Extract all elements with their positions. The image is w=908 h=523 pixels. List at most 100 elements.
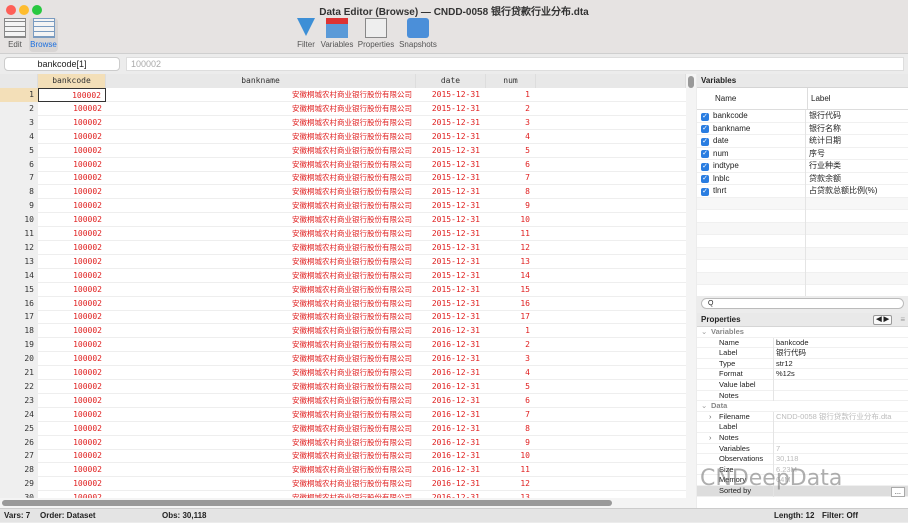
variable-row[interactable]: ✓ date 统计日期 [697, 135, 908, 148]
cell-bankcode[interactable]: 100002 [38, 255, 106, 269]
cell-bankname[interactable]: 安徽桐城农村商业银行股份有限公司 [106, 394, 416, 408]
cell-num[interactable]: 15 [486, 283, 536, 297]
cell-date[interactable]: 2016-12-31 [416, 477, 486, 491]
cell-date[interactable]: 2016-12-31 [416, 352, 486, 366]
cell-date[interactable]: 2015-12-31 [416, 269, 486, 283]
cell-num[interactable]: 10 [486, 449, 536, 463]
cell-bankname[interactable]: 安徽桐城农村商业银行股份有限公司 [106, 158, 416, 172]
cell-bankcode[interactable]: 100002 [38, 158, 106, 172]
cell-num[interactable]: 7 [486, 408, 536, 422]
cell-num[interactable]: 2 [486, 102, 536, 116]
cell-num[interactable]: 13 [486, 255, 536, 269]
cell-bankname[interactable]: 安徽桐城农村商业银行股份有限公司 [106, 102, 416, 116]
cell-num[interactable]: 5 [486, 144, 536, 158]
cell-bankcode[interactable]: 100002 [38, 408, 106, 422]
cell-bankname[interactable]: 安徽桐城农村商业银行股份有限公司 [106, 463, 416, 477]
table-row[interactable]: 21 100002 安徽桐城农村商业银行股份有限公司 2016-12-31 4 [0, 366, 686, 380]
cell-bankcode[interactable]: 100002 [38, 297, 106, 311]
cell-num[interactable]: 7 [486, 171, 536, 185]
property-row[interactable]: Type str12 [697, 358, 908, 370]
cell-date[interactable]: 2015-12-31 [416, 227, 486, 241]
table-row[interactable]: 6 100002 安徽桐城农村商业银行股份有限公司 2015-12-31 6 [0, 157, 686, 172]
property-row[interactable]: Variables 7 [697, 443, 908, 455]
cell-bankcode[interactable]: 100002 [38, 338, 106, 352]
cell-bankname[interactable]: 安徽桐城农村商业银行股份有限公司 [106, 491, 416, 498]
cell-bankname[interactable]: 安徽桐城农村商业银行股份有限公司 [106, 116, 416, 130]
column-header-date[interactable]: date [416, 74, 486, 88]
prev-next-arrows[interactable]: ◀ ▶ [873, 315, 892, 325]
table-row[interactable]: 29 100002 安徽桐城农村商业银行股份有限公司 2016-12-31 12 [0, 477, 686, 492]
cell-bankname[interactable]: 安徽桐城农村商业银行股份有限公司 [106, 88, 416, 102]
snapshots-button[interactable]: Snapshots [398, 18, 438, 49]
vertical-scrollbar[interactable] [686, 74, 696, 498]
table-row[interactable]: 3 100002 安徽桐城农村商业银行股份有限公司 2015-12-31 3 [0, 115, 686, 130]
table-row[interactable]: 30 100002 安徽桐城农村商业银行股份有限公司 2016-12-31 13 [0, 491, 686, 498]
cell-date[interactable]: 2016-12-31 [416, 491, 486, 498]
table-row[interactable]: 10 100002 安徽桐城农村商业银行股份有限公司 2015-12-31 10 [0, 213, 686, 228]
scroll-thumb[interactable] [688, 76, 694, 88]
cell-bankcode[interactable]: 100002 [38, 241, 106, 255]
cell-date[interactable]: 2016-12-31 [416, 463, 486, 477]
cell-date[interactable]: 2016-12-31 [416, 449, 486, 463]
h-scroll-thumb[interactable] [2, 500, 612, 506]
cell-num[interactable]: 1 [486, 88, 536, 102]
table-row[interactable]: 13 100002 安徽桐城农村商业银行股份有限公司 2015-12-31 13 [0, 254, 686, 269]
cell-bankcode[interactable]: 100002 [38, 88, 106, 102]
variable-row[interactable]: ✓ bankname 银行名称 [697, 123, 908, 135]
cell-date[interactable]: 2015-12-31 [416, 171, 486, 185]
cell-num[interactable]: 8 [486, 422, 536, 436]
column-header-bankcode[interactable]: bankcode [38, 74, 106, 88]
cell-date[interactable]: 2016-12-31 [416, 422, 486, 436]
table-row[interactable]: 12 100002 安徽桐城农村商业银行股份有限公司 2015-12-31 12 [0, 240, 686, 255]
property-row[interactable]: › Filename CNDD-0058 银行贷款行业分布.dta [697, 411, 908, 423]
label-column-header[interactable]: Label [807, 88, 831, 110]
cell-date[interactable]: 2015-12-31 [416, 185, 486, 199]
cell-bankcode[interactable]: 100002 [38, 213, 106, 227]
cell-bankcode[interactable]: 100002 [38, 324, 106, 338]
table-row[interactable]: 20 100002 安徽桐城农村商业银行股份有限公司 2016-12-31 3 [0, 352, 686, 367]
cell-bankname[interactable]: 安徽桐城农村商业银行股份有限公司 [106, 366, 416, 380]
browse-button[interactable]: Browse [29, 18, 58, 52]
variable-row[interactable]: ✓ num 序号 [697, 148, 908, 160]
cell-date[interactable]: 2016-12-31 [416, 324, 486, 338]
cell-bankcode[interactable]: 100002 [38, 310, 106, 324]
cell-num[interactable]: 4 [486, 366, 536, 380]
checkbox[interactable]: ✓ [701, 162, 709, 171]
cell-bankname[interactable]: 安徽桐城农村商业银行股份有限公司 [106, 185, 416, 199]
horizontal-scrollbar[interactable] [0, 498, 696, 508]
cell-bankname[interactable]: 安徽桐城农村商业银行股份有限公司 [106, 255, 416, 269]
property-row[interactable]: Label 银行代码 [697, 348, 908, 359]
variable-row[interactable]: ✓ tlnrt 占贷款总额比例(%) [697, 185, 908, 198]
menu-icon[interactable]: ≡ [900, 313, 905, 327]
cell-bankcode[interactable]: 100002 [38, 116, 106, 130]
cell-num[interactable]: 12 [486, 241, 536, 255]
properties-button[interactable]: Properties [357, 18, 395, 49]
cell-bankname[interactable]: 安徽桐城农村商业银行股份有限公司 [106, 324, 416, 338]
cell-date[interactable]: 2016-12-31 [416, 394, 486, 408]
table-row[interactable]: 5 100002 安徽桐城农村商业银行股份有限公司 2015-12-31 5 [0, 143, 686, 158]
cell-bankname[interactable]: 安徽桐城农村商业银行股份有限公司 [106, 449, 416, 463]
cell-bankcode[interactable]: 100002 [38, 130, 106, 144]
section-header[interactable]: Data [711, 401, 727, 412]
name-column-header[interactable]: Name [715, 88, 736, 110]
filter-button[interactable]: Filter [292, 18, 320, 49]
cell-num[interactable]: 11 [486, 463, 536, 477]
cell-bankname[interactable]: 安徽桐城农村商业银行股份有限公司 [106, 213, 416, 227]
cell-bankname[interactable]: 安徽桐城农村商业银行股份有限公司 [106, 477, 416, 491]
cell-bankcode[interactable]: 100002 [38, 283, 106, 297]
property-row[interactable]: Format %12s [697, 369, 908, 380]
cell-num[interactable]: 12 [486, 477, 536, 491]
table-row[interactable]: 14 100002 安徽桐城农村商业银行股份有限公司 2015-12-31 14 [0, 268, 686, 283]
cell-bankname[interactable]: 安徽桐城农村商业银行股份有限公司 [106, 408, 416, 422]
cell-num[interactable]: 11 [486, 227, 536, 241]
cell-bankcode[interactable]: 100002 [38, 171, 106, 185]
cell-bankcode[interactable]: 100002 [38, 185, 106, 199]
table-row[interactable]: 25 100002 安徽桐城农村商业银行股份有限公司 2016-12-31 8 [0, 421, 686, 436]
cell-bankname[interactable]: 安徽桐城农村商业银行股份有限公司 [106, 338, 416, 352]
table-row[interactable]: 15 100002 安徽桐城农村商业银行股份有限公司 2015-12-31 15 [0, 282, 686, 297]
cell-date[interactable]: 2015-12-31 [416, 255, 486, 269]
column-header-num[interactable]: num [486, 74, 536, 88]
cell-bankname[interactable]: 安徽桐城农村商业银行股份有限公司 [106, 297, 416, 311]
cell-num[interactable]: 6 [486, 394, 536, 408]
cell-date[interactable]: 2016-12-31 [416, 408, 486, 422]
